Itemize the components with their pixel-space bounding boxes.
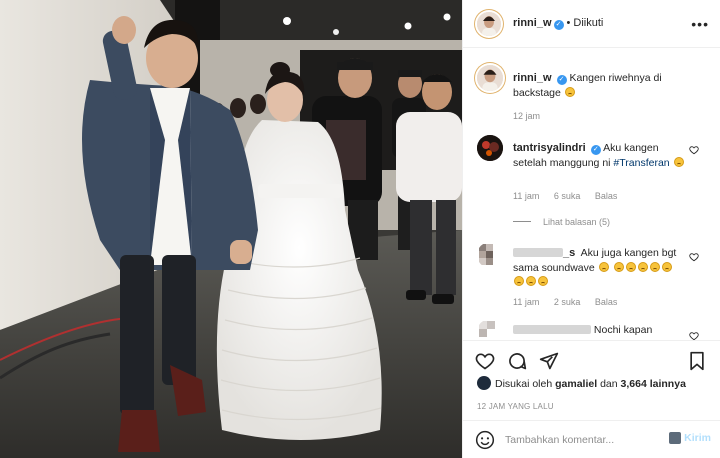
author-avatar[interactable] bbox=[477, 12, 501, 36]
more-horizontal-icon[interactable]: ••• bbox=[691, 16, 709, 32]
blurred-username bbox=[513, 248, 563, 257]
comment-icon[interactable] bbox=[507, 351, 527, 371]
comment-meta: 11 jam 2 suka Balas bbox=[513, 297, 629, 307]
comment-likes[interactable]: 2 suka bbox=[554, 297, 581, 307]
liker-username[interactable]: gamaliel bbox=[555, 378, 597, 390]
reply-button[interactable]: Balas bbox=[595, 297, 618, 307]
commenter-avatar[interactable] bbox=[477, 242, 503, 268]
view-replies-button[interactable]: Lihat balasan (5) bbox=[513, 217, 610, 227]
commenter-username[interactable]: _s bbox=[563, 247, 575, 259]
likes-count[interactable]: 3,664 lainnya bbox=[621, 378, 686, 390]
verified-badge-icon: ✓ bbox=[553, 20, 564, 30]
heart-icon[interactable] bbox=[689, 145, 699, 155]
comment-text: Nochi kapan bbox=[513, 323, 685, 338]
comment-text: _s Aku juga kangen bgt sama soundwave bbox=[513, 246, 685, 290]
post-header: rinni_w ✓ • Diikuti ••• bbox=[463, 0, 720, 48]
commenter-avatar[interactable] bbox=[477, 319, 503, 340]
caption-username[interactable]: rinni_w bbox=[513, 72, 552, 84]
bookmark-icon[interactable] bbox=[687, 351, 707, 371]
heart-icon[interactable] bbox=[689, 331, 699, 340]
sad-emoji-icon bbox=[661, 261, 672, 272]
sad-emoji-icon bbox=[625, 261, 636, 272]
sad-emoji-icon bbox=[538, 276, 548, 286]
comment-body: Nochi kapan bbox=[593, 324, 653, 336]
separator-dot: • bbox=[566, 17, 571, 29]
reply-button[interactable]: Balas bbox=[595, 191, 618, 201]
blurred-username bbox=[513, 325, 591, 334]
follow-state-button[interactable]: Diikuti bbox=[573, 17, 603, 29]
caption-time[interactable]: 12 jam bbox=[513, 111, 540, 121]
comment-likes[interactable]: 6 suka bbox=[554, 191, 581, 201]
laugh-emoji-icon bbox=[673, 156, 684, 167]
sad-emoji-icon bbox=[526, 276, 536, 286]
sad-emoji-icon bbox=[649, 261, 660, 272]
post-comment-label: Kirim bbox=[684, 432, 711, 444]
comment-text: tantrisyalindri ✓ Aku kangen setelah mang… bbox=[513, 141, 685, 170]
commenter-avatar[interactable] bbox=[477, 135, 503, 161]
emoji-icon[interactable] bbox=[475, 430, 495, 450]
caption-text: rinni_w ✓ Kangen riwehnya di backstage bbox=[513, 71, 685, 100]
sad-emoji-icon bbox=[514, 276, 524, 286]
caption-meta: 12 jam bbox=[513, 111, 552, 121]
verified-badge-icon: ✓ bbox=[590, 145, 601, 155]
comment-input[interactable] bbox=[505, 431, 665, 449]
post-photo-image bbox=[0, 0, 462, 458]
post-icon bbox=[669, 432, 682, 444]
post-photo[interactable] bbox=[0, 0, 462, 458]
likes-prefix: Disukai oleh bbox=[495, 378, 553, 390]
author-username[interactable]: rinni_w bbox=[513, 17, 552, 29]
sad-emoji-icon bbox=[598, 261, 609, 272]
comments-list[interactable]: rinni_w ✓ Kangen riwehnya di backstage 12… bbox=[463, 49, 720, 340]
comment-composer: Kirim bbox=[463, 420, 720, 458]
post-side-panel: rinni_w ✓ • Diikuti ••• rinni_w ✓ Kangen riw… bbox=[462, 0, 720, 458]
author-line: rinni_w ✓ • Diikuti bbox=[513, 17, 603, 30]
heart-icon[interactable] bbox=[689, 252, 699, 262]
share-icon[interactable] bbox=[539, 351, 559, 371]
comment-time[interactable]: 11 jam bbox=[513, 297, 539, 307]
post-timestamp[interactable]: 12 JAM YANG LALU bbox=[477, 402, 554, 411]
likes-summary: Disukai oleh gamaliel dan 3,664 lainnya bbox=[477, 376, 686, 390]
comment-time[interactable]: 11 jam bbox=[513, 191, 539, 201]
commenter-username[interactable]: tantrisyalindri bbox=[513, 142, 586, 154]
liker-avatar[interactable] bbox=[477, 376, 491, 390]
hashtag-link[interactable]: #Transferan bbox=[613, 157, 669, 169]
sad-emoji-icon bbox=[564, 86, 575, 97]
action-bar bbox=[463, 340, 720, 376]
likes-joiner: dan bbox=[600, 378, 618, 390]
sad-emoji-icon bbox=[613, 261, 624, 272]
post-comment-button[interactable]: Kirim bbox=[669, 432, 711, 444]
verified-badge-icon: ✓ bbox=[556, 75, 567, 85]
heart-icon[interactable] bbox=[475, 351, 495, 371]
sad-emoji-icon bbox=[637, 261, 648, 272]
comment-meta: 11 jam 6 suka Balas bbox=[513, 191, 629, 201]
caption-avatar[interactable] bbox=[477, 65, 503, 91]
